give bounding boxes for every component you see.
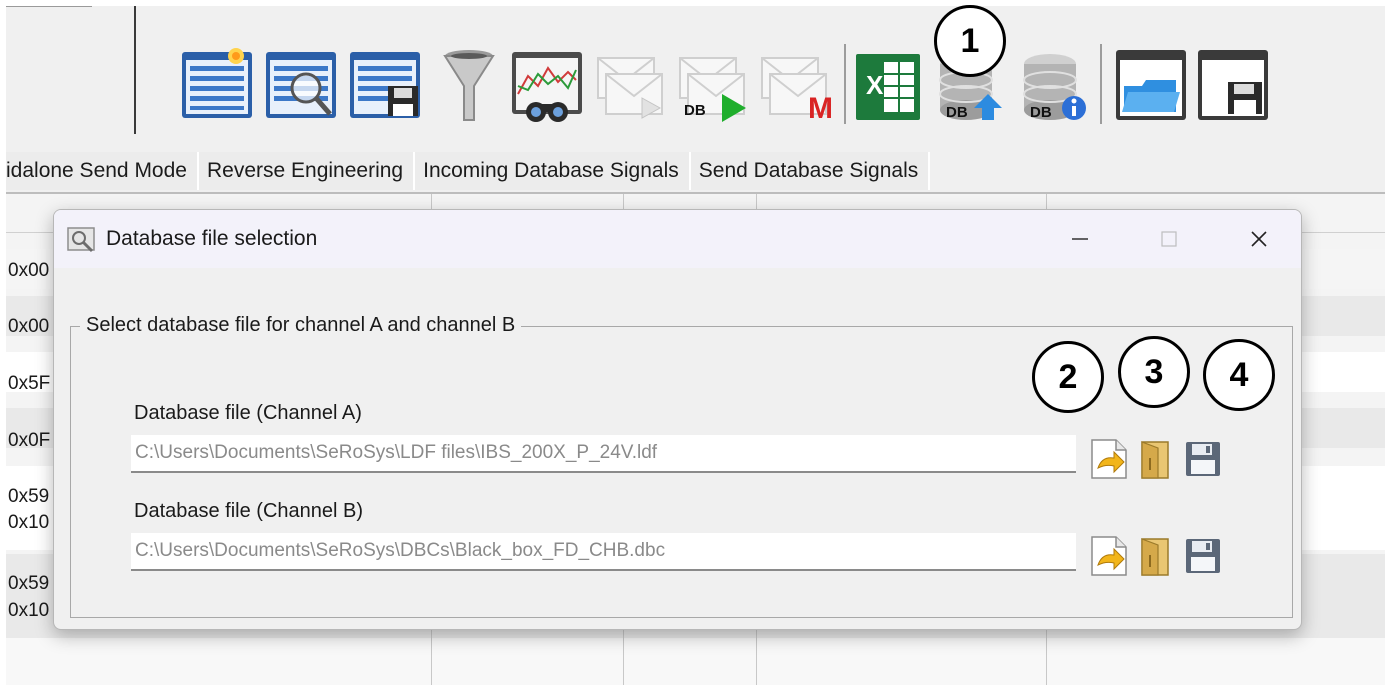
db-label: DB [1030, 104, 1052, 121]
close-icon[interactable] [1236, 218, 1282, 260]
minimize-icon[interactable] [1057, 218, 1103, 260]
groupbox-label: Select database file for channel A and c… [80, 314, 522, 337]
channel-a-reload-button[interactable] [1088, 438, 1130, 480]
callout-4: 4 [1203, 339, 1275, 411]
tab-standalone-send-mode[interactable]: idalone Send Mode [6, 152, 199, 190]
panel-divider [6, 6, 92, 7]
cell-id: 0x10 [8, 512, 50, 533]
toolbar-separator [134, 6, 136, 134]
channel-a-save-button[interactable] [1182, 438, 1224, 480]
excel-label: X [866, 70, 884, 100]
excel-icon[interactable]: X [852, 46, 926, 126]
save-list-icon[interactable] [348, 46, 422, 126]
cell-id: 0x0F [8, 430, 51, 451]
db-info-icon[interactable]: DB [1016, 46, 1090, 126]
open-folder-icon[interactable] [1114, 46, 1188, 126]
save-window-icon[interactable] [1196, 46, 1270, 126]
cell-id: 0x59 [8, 486, 50, 507]
db-label: DB [946, 104, 968, 121]
callout-2: 2 [1032, 341, 1104, 413]
filter-icon[interactable] [432, 46, 506, 126]
cell-id: 0x5F [8, 373, 51, 394]
callout-1: 1 [934, 5, 1006, 77]
database-file-selection-dialog: Database file selection Select database … [53, 209, 1302, 630]
cell-id: 0x10 [8, 600, 50, 621]
channel-b-reload-button[interactable] [1088, 535, 1130, 577]
search-list-icon[interactable] [264, 46, 338, 126]
new-list-icon[interactable] [180, 46, 254, 126]
channel-b-label: Database file (Channel B) [134, 500, 364, 522]
signal-binoculars-icon[interactable] [510, 46, 584, 126]
toolbar-separator [1100, 44, 1102, 124]
mail-label: M [808, 92, 833, 125]
cell-id: 0x59 [8, 573, 50, 594]
db-label: DB [684, 102, 706, 119]
tab-send-database-signals[interactable]: Send Database Signals [690, 152, 931, 190]
table-row[interactable] [6, 638, 1385, 685]
channel-a-open-button[interactable] [1136, 438, 1178, 480]
channel-a-path-field[interactable] [131, 435, 1076, 473]
callout-3: 3 [1118, 336, 1190, 408]
mail-icon[interactable]: M [758, 46, 833, 126]
tab-incoming-database-signals[interactable]: Incoming Database Signals [415, 152, 691, 190]
cell-id: 0x00 [8, 316, 50, 337]
message-send-icon[interactable] [594, 46, 668, 126]
channel-b-open-button[interactable] [1136, 535, 1178, 577]
cell-id: 0x00 [8, 260, 50, 281]
toolbar-separator [844, 44, 846, 124]
tab-bar: idalone Send Mode Reverse Engineering In… [6, 152, 931, 190]
tab-reverse-engineering[interactable]: Reverse Engineering [198, 152, 416, 190]
dialog-title: Database file selection [106, 227, 318, 250]
channel-b-save-button[interactable] [1182, 535, 1224, 577]
dialog-titlebar[interactable]: Database file selection [54, 210, 1301, 268]
channel-b-path-field[interactable] [131, 533, 1076, 571]
maximize-icon [1146, 218, 1192, 260]
channel-a-label: Database file (Channel A) [134, 402, 362, 424]
db-message-send-icon[interactable]: DB [676, 46, 750, 126]
database-dialog-icon [66, 224, 98, 254]
